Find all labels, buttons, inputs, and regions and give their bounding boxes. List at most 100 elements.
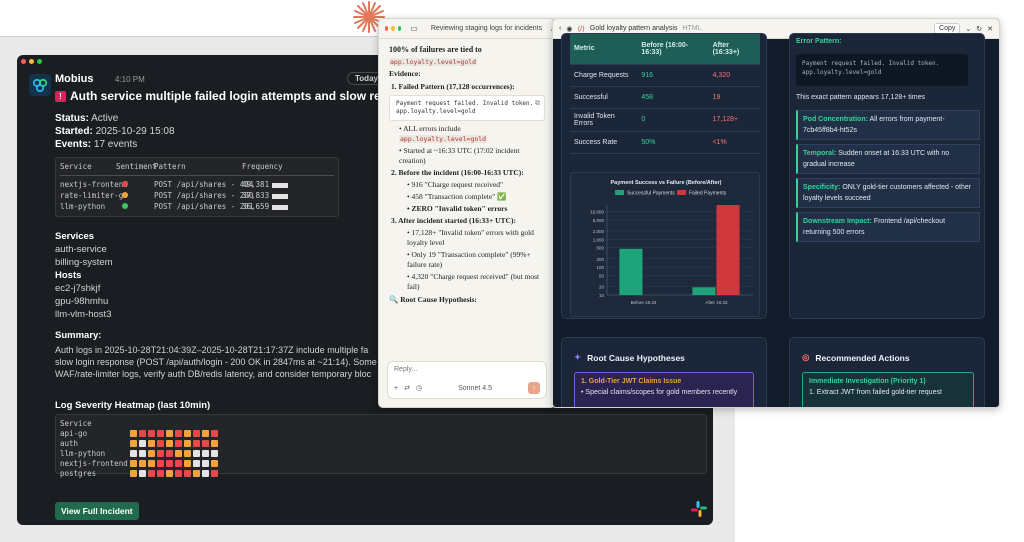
cell-pattern: POST /api/shares - 404 bbox=[154, 180, 254, 189]
y-tick-label: 10,000 bbox=[590, 210, 604, 215]
model-selector[interactable]: Sonnet 4.5 bbox=[458, 385, 492, 392]
hypotheses-heading: ✦ Root Cause Hypotheses bbox=[574, 352, 685, 363]
message-time[interactable]: 4:10 PM bbox=[115, 75, 145, 84]
table-row: Successful 458 19 bbox=[570, 86, 760, 109]
close-window-button[interactable] bbox=[21, 59, 26, 64]
copy-icon[interactable]: ⧉ bbox=[535, 99, 540, 107]
mobius-bot-icon[interactable] bbox=[29, 74, 51, 96]
lead-code-line: app.loyalty.level=gold bbox=[389, 57, 545, 67]
after-value: 19 bbox=[708, 86, 760, 109]
heatmap-cell bbox=[148, 459, 155, 467]
chat-panel: ▭ Reviewing staging logs for incidents ⌄… bbox=[378, 18, 556, 408]
heatmap-cell bbox=[148, 449, 155, 457]
reply-input[interactable]: Reply... + ⇄ ◷ Sonnet 4.5 ↑ bbox=[387, 361, 547, 399]
insight-label: Temporal: bbox=[803, 150, 837, 157]
minimize-window-button[interactable] bbox=[391, 26, 395, 31]
chat-title-bar: ▭ Reviewing staging logs for incidents ⌄ bbox=[379, 19, 555, 39]
list-item: 3. After incident started (16:33+ UTC): bbox=[391, 216, 516, 225]
legend-label: Failed Payments bbox=[689, 191, 727, 197]
heatmap-cell bbox=[184, 469, 191, 477]
bullet-list: • 916 "Charge request received" • 458 "T… bbox=[389, 180, 545, 214]
table-divider bbox=[60, 175, 334, 176]
action-item: Immediate Investigation (Priority 1) 1. … bbox=[802, 372, 974, 407]
code-icon[interactable]: ⟨/⟩ bbox=[577, 25, 584, 33]
frequency-value: 49,381 bbox=[242, 180, 270, 189]
host-item: llm-vlm-host3 bbox=[55, 309, 112, 320]
heatmap-cell bbox=[130, 469, 137, 477]
payment-chart-svg: Payment Success vs Failure (Before/After… bbox=[590, 180, 753, 305]
table-header-row: Service Sentiment Pattern Frequency bbox=[60, 161, 334, 172]
heatmap-cell bbox=[184, 459, 191, 467]
action-title: Immediate Investigation (Priority 1) bbox=[809, 378, 926, 385]
minimize-window-button[interactable] bbox=[29, 59, 34, 64]
chevron-down-icon[interactable]: ⌄ bbox=[965, 25, 971, 33]
heatmap-cell bbox=[166, 439, 173, 447]
table-row: nextjs-frontend POST /api/shares - 404 4… bbox=[60, 179, 334, 190]
heatmap-row: nextjs-frontend bbox=[60, 458, 702, 468]
preview-icon[interactable]: ◉ bbox=[566, 25, 572, 33]
heatmap-cell bbox=[175, 439, 182, 447]
bullet-text: 916 "Charge request received" bbox=[411, 180, 504, 189]
bullet-text: Started at ~16:33 UTC (17:02 incident cr… bbox=[399, 146, 520, 165]
tools-icon[interactable]: ⇄ bbox=[404, 384, 410, 392]
y-tick-label: 50 bbox=[599, 274, 605, 279]
legend-label: Successful Payments bbox=[627, 191, 675, 197]
y-tick-label: 5,000 bbox=[593, 218, 605, 223]
host-item: ec2-j7shkjf bbox=[55, 283, 101, 294]
col-header-service: Service bbox=[60, 162, 92, 171]
chart-title: Payment Success vs Failure (Before/After… bbox=[611, 180, 722, 186]
heatmap-row-label: nextjs-frontend bbox=[60, 458, 128, 468]
insight-label: Downstream Impact: bbox=[803, 218, 872, 225]
cell-service: nextjs-frontend bbox=[60, 180, 128, 189]
add-icon[interactable]: + bbox=[394, 385, 398, 392]
table-row: llm-python POST /api/shares - 201 36,659 bbox=[60, 201, 334, 212]
code-block-text: Payment request failed. Invalid token. a… bbox=[396, 100, 534, 115]
chat-title[interactable]: Reviewing staging logs for incidents bbox=[431, 25, 542, 32]
heatmap-row-label: postgres bbox=[60, 468, 97, 478]
view-full-incident-button[interactable]: View Full Incident bbox=[55, 502, 139, 520]
heatmap-cell bbox=[130, 429, 137, 437]
summary-text: Auth logs in 2025-10-28T21:04:39Z–2025-1… bbox=[55, 344, 385, 380]
hosts-heading: Hosts bbox=[55, 270, 82, 281]
send-button[interactable]: ↑ bbox=[527, 382, 540, 394]
y-tick-label: 20 bbox=[599, 285, 605, 290]
metric-name: Invalid Token Errors bbox=[570, 108, 638, 132]
maximize-window-button[interactable] bbox=[37, 59, 42, 64]
bullet-text: ALL errors include bbox=[403, 124, 461, 133]
heatmap-cell bbox=[202, 449, 209, 457]
frequency-bar bbox=[272, 193, 289, 199]
close-icon[interactable]: ✕ bbox=[987, 25, 993, 33]
insight-label: Pod Concentration: bbox=[803, 116, 868, 123]
col-header: After (16:33+) bbox=[708, 34, 760, 65]
y-tick-label: 500 bbox=[596, 246, 604, 251]
sentiment-dot-orange-icon bbox=[122, 192, 128, 198]
heatmap-cell bbox=[202, 469, 209, 477]
error-pattern-label: Error Pattern: bbox=[796, 38, 842, 45]
bot-name[interactable]: Mobius bbox=[55, 73, 94, 85]
frequency-value: 37,833 bbox=[242, 191, 270, 200]
back-icon[interactable]: ‹ bbox=[559, 25, 561, 32]
bullet-item: • 458 "Transaction complete" ✅ bbox=[407, 192, 507, 201]
error-analysis-card: Error Pattern: Payment request failed. I… bbox=[789, 33, 985, 319]
sidebar-toggle-icon[interactable]: ▭ bbox=[410, 24, 418, 33]
table-row: Success Rate 50% <1% bbox=[570, 131, 760, 154]
bar-successful bbox=[619, 248, 643, 295]
insight-card: Temporal: Sudden onset at 16:33 UTC with… bbox=[796, 144, 980, 174]
list-item: 2. Before the incident (16:00-16:33 UTC)… bbox=[391, 168, 524, 177]
bullet-item: • ALL errors include app.loyalty.level=g… bbox=[399, 124, 488, 143]
cell-pattern: POST /api/shares - 201 bbox=[154, 202, 254, 211]
cell-frequency: 49,381 bbox=[220, 180, 289, 189]
heatmap-cell bbox=[157, 429, 164, 437]
incident-title-text: Auth service multiple failed login attem… bbox=[70, 89, 430, 103]
maximize-window-button[interactable] bbox=[397, 26, 402, 31]
clock-icon[interactable]: ◷ bbox=[416, 384, 422, 392]
heatmap-rows: api-go auth llm-python nextjs-frontend postg… bbox=[60, 428, 702, 478]
heatmap-cell bbox=[166, 449, 173, 457]
insight-card: Pod Concentration: All errors from payme… bbox=[796, 110, 980, 140]
status-line: Status: Active bbox=[55, 113, 118, 124]
close-window-button[interactable] bbox=[385, 26, 389, 31]
y-tick-label: 100 bbox=[596, 265, 604, 270]
metrics-table: Metric Before (16:00-16:33) After (16:33… bbox=[570, 34, 760, 154]
refresh-icon[interactable]: ↻ bbox=[976, 25, 982, 33]
cell-frequency: 36,659 bbox=[220, 202, 289, 211]
